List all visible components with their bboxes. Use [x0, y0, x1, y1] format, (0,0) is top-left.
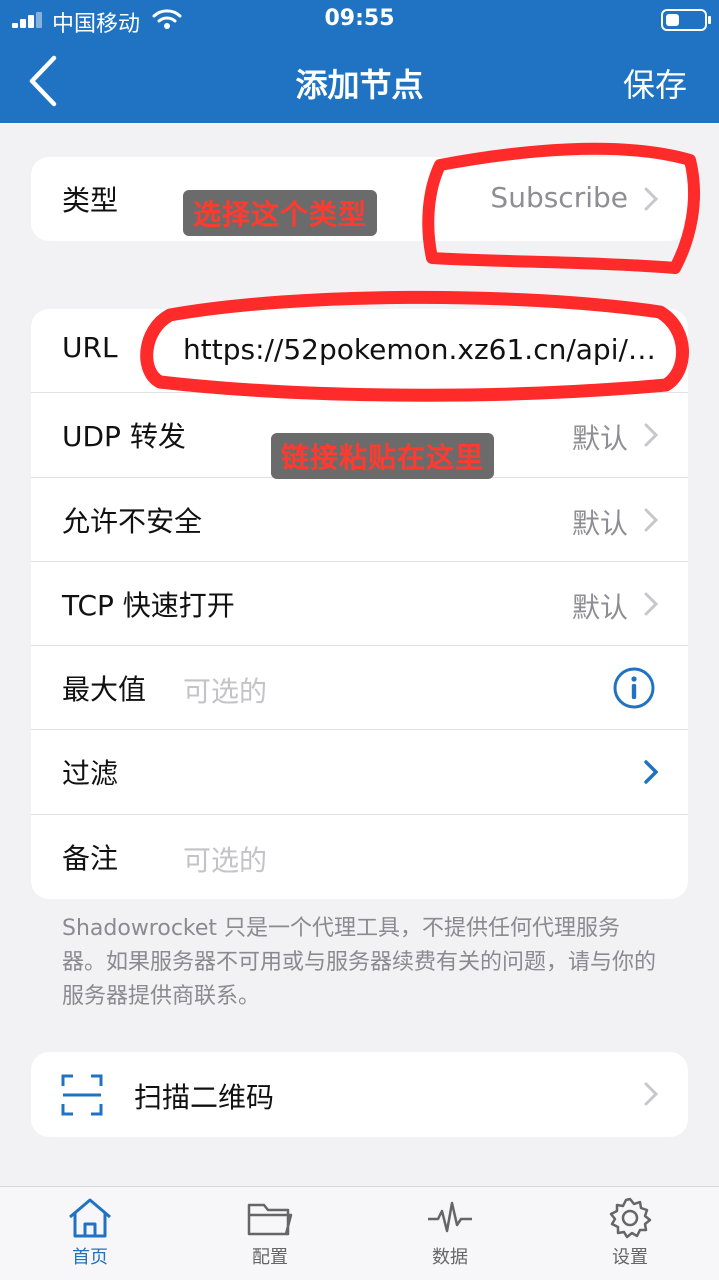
tab-settings[interactable]: 设置 — [580, 1197, 680, 1269]
udp-relay-label: UDP 转发 — [62, 420, 186, 454]
tab-label: 设置 — [612, 1247, 648, 1268]
url-hint-annotation: 链接粘贴在这里 — [271, 433, 495, 479]
info-icon[interactable] — [612, 666, 656, 710]
home-icon — [69, 1198, 111, 1238]
activity-icon — [428, 1201, 472, 1233]
tab-label: 配置 — [252, 1247, 288, 1268]
tab-label: 数据 — [432, 1247, 468, 1268]
save-button[interactable]: 保存 — [623, 60, 687, 106]
type-hint-annotation: 选择这个类型 — [183, 190, 378, 236]
clock: 09:55 — [324, 6, 395, 31]
udp-relay-value: 默认 — [571, 422, 628, 456]
allow-insecure-value: 默认 — [571, 506, 628, 540]
chevron-right-icon — [644, 187, 658, 211]
top-bar: 中国移动 09:55 添加节点 保存 — [0, 0, 719, 123]
node-form-card: URL https://52pokemon.xz61.cn/api/v... U… — [31, 309, 688, 899]
gear-icon — [609, 1197, 652, 1239]
remark-input[interactable]: 可选的 — [183, 839, 267, 879]
chevron-right-icon — [644, 423, 658, 447]
qr-scan-icon — [61, 1074, 103, 1116]
page-title: 添加节点 — [295, 66, 424, 104]
allow-insecure-label: 允许不安全 — [62, 504, 203, 538]
max-value-label: 最大值 — [62, 673, 147, 707]
tab-home[interactable]: 首页 — [40, 1197, 140, 1269]
filter-label: 过滤 — [62, 757, 119, 791]
status-bar: 中国移动 09:55 — [0, 0, 719, 40]
tab-bar: 首页 配置 数据 设置 — [0, 1186, 719, 1280]
tab-label: 首页 — [72, 1247, 108, 1268]
allow-insecure-row[interactable]: 允许不安全 默认 — [31, 478, 688, 562]
chevron-right-icon — [644, 760, 658, 785]
scan-qr-label: 扫描二维码 — [134, 1081, 275, 1114]
max-value-input[interactable]: 可选的 — [183, 670, 267, 710]
url-row[interactable]: URL https://52pokemon.xz61.cn/api/v... — [31, 309, 688, 394]
scan-qr-row[interactable]: 扫描二维码 — [31, 1052, 688, 1137]
filter-row[interactable]: 过滤 — [31, 730, 688, 815]
chevron-right-icon — [644, 508, 658, 532]
remark-label: 备注 — [62, 841, 119, 875]
type-label: 类型 — [62, 184, 119, 217]
battery-icon — [661, 9, 711, 31]
disclaimer-text: Shadowrocket 只是一个代理工具，不提供任何代理服务器。如果服务器不可… — [62, 916, 657, 1009]
max-value-row[interactable]: 最大值 可选的 — [31, 646, 688, 731]
tcp-fast-open-row[interactable]: TCP 快速打开 默认 — [31, 562, 688, 647]
folder-icon — [247, 1203, 293, 1236]
remark-row[interactable]: 备注 可选的 — [31, 815, 688, 899]
chevron-right-icon — [644, 1082, 658, 1106]
tab-config[interactable]: 配置 — [220, 1197, 320, 1269]
chevron-right-icon — [644, 592, 658, 616]
url-label: URL — [62, 331, 118, 364]
type-value: Subscribe — [490, 181, 628, 214]
url-input[interactable]: https://52pokemon.xz61.cn/api/v... — [183, 333, 658, 366]
tcp-fast-open-value: 默认 — [571, 590, 628, 624]
tcp-fast-open-label: TCP 快速打开 — [62, 588, 235, 622]
battery-level — [666, 14, 679, 26]
tab-data[interactable]: 数据 — [400, 1197, 500, 1269]
